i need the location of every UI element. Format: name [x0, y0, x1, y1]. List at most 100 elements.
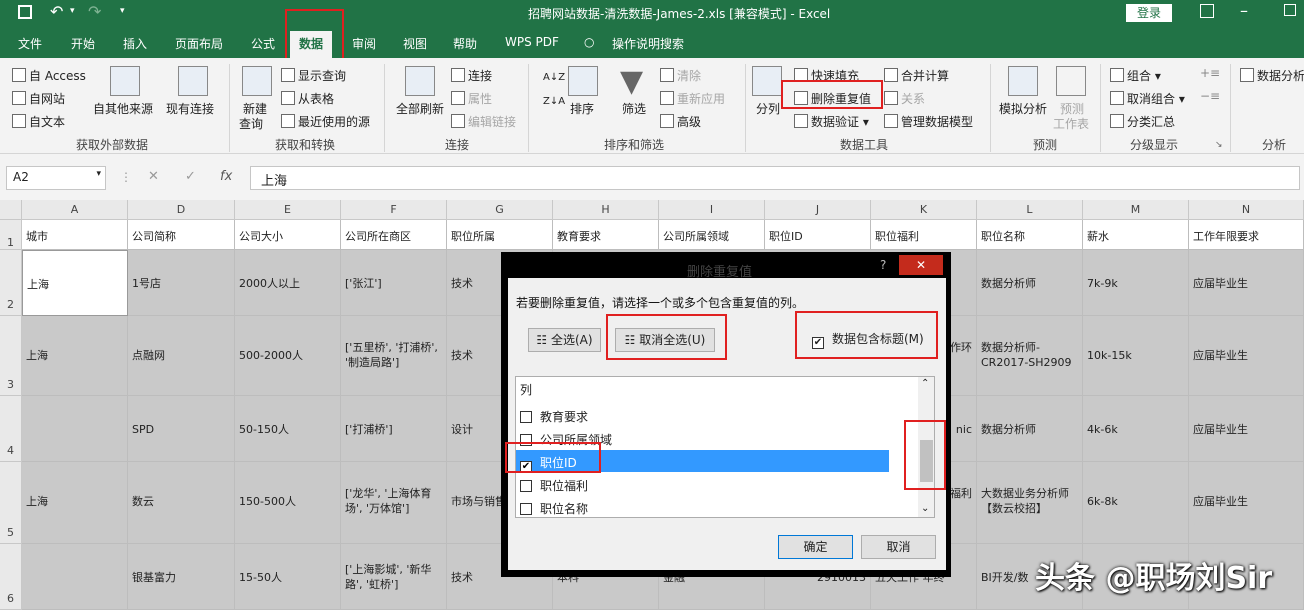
undo-dropdown-icon[interactable]: ▾: [70, 6, 75, 16]
ribbon-display-icon[interactable]: [1200, 4, 1214, 18]
scroll-down-icon[interactable]: ⌄: [921, 503, 929, 514]
sort-button[interactable]: 排序: [570, 100, 594, 117]
column-header[interactable]: L: [977, 200, 1083, 220]
cell[interactable]: 数据分析师-CR2017-SH2909: [977, 316, 1083, 396]
scroll-up-icon[interactable]: ⌃: [921, 378, 929, 389]
cell[interactable]: 应届毕业生: [1189, 250, 1304, 316]
manage-data-model-button[interactable]: 管理数据模型: [884, 113, 973, 130]
dialog-launcher-icon[interactable]: ↘: [1215, 140, 1223, 150]
cell[interactable]: 数据分析师: [977, 250, 1083, 316]
select-all-corner[interactable]: [0, 200, 22, 220]
sort-az-icon[interactable]: A↓Z: [543, 72, 565, 83]
hide-detail-icon[interactable]: −≡: [1200, 89, 1220, 103]
advanced-button[interactable]: 高级: [660, 113, 701, 130]
cell-header[interactable]: 公司所属领域: [659, 220, 765, 250]
cell-header[interactable]: 公司简称: [128, 220, 235, 250]
text-to-columns-button[interactable]: 分列: [756, 100, 780, 117]
tab-page-layout[interactable]: 页面布局: [175, 35, 223, 52]
column-header[interactable]: M: [1083, 200, 1189, 220]
from-table-button[interactable]: 从表格: [281, 90, 334, 107]
what-if-analysis-button[interactable]: 模拟分析: [999, 100, 1047, 117]
cell-header[interactable]: 公司所在商区: [341, 220, 447, 250]
row-header[interactable]: 3: [0, 316, 22, 396]
maximize-icon[interactable]: [1284, 4, 1296, 16]
column-header[interactable]: H: [553, 200, 659, 220]
cell[interactable]: SPD: [128, 396, 235, 462]
cell-header[interactable]: 工作年限要求: [1189, 220, 1304, 250]
minimize-icon[interactable]: –: [1240, 1, 1248, 20]
cell-header[interactable]: 教育要求: [553, 220, 659, 250]
cell[interactable]: 银基富力: [128, 544, 235, 610]
row-header[interactable]: 6: [0, 544, 22, 610]
cell[interactable]: 1号店: [128, 250, 235, 316]
filter-button[interactable]: 筛选: [622, 100, 646, 117]
select-all-button[interactable]: ☷ 全选(A): [528, 328, 601, 352]
cell-header[interactable]: 职位福利: [871, 220, 977, 250]
cancel-icon[interactable]: ✕: [148, 169, 159, 184]
formula-input[interactable]: 上海: [250, 166, 1300, 190]
consolidate-button[interactable]: 合并计算: [884, 67, 949, 84]
tab-help[interactable]: 帮助: [453, 35, 477, 52]
cell[interactable]: 4k-6k: [1083, 396, 1189, 462]
list-item[interactable]: 职位福利: [516, 473, 889, 495]
cell[interactable]: 数据分析师: [977, 396, 1083, 462]
cell[interactable]: ['打浦桥']: [341, 396, 447, 462]
cell-header[interactable]: 城市: [22, 220, 128, 250]
new-query-button-line2[interactable]: 查询: [239, 115, 263, 132]
row-header[interactable]: 5: [0, 462, 22, 544]
enter-icon[interactable]: ✓: [185, 169, 196, 184]
subtotal-button[interactable]: 分类汇总: [1110, 113, 1175, 130]
column-header[interactable]: E: [235, 200, 341, 220]
column-header[interactable]: J: [765, 200, 871, 220]
cell[interactable]: 大数据业务分析师【数云校招】: [977, 462, 1083, 544]
list-item[interactable]: 教育要求: [516, 404, 889, 426]
ungroup-button[interactable]: 取消组合 ▾: [1110, 90, 1185, 107]
name-box[interactable]: A2 ▾: [6, 166, 106, 190]
tab-review[interactable]: 审阅: [352, 35, 376, 52]
tab-formulas[interactable]: 公式: [251, 35, 275, 52]
cell-header[interactable]: 职位所属: [447, 220, 553, 250]
group-button[interactable]: 组合 ▾: [1110, 67, 1161, 84]
column-header[interactable]: I: [659, 200, 765, 220]
cell[interactable]: 7k-9k: [1083, 250, 1189, 316]
cell[interactable]: 应届毕业生: [1189, 316, 1304, 396]
insert-function-icon[interactable]: fx: [220, 169, 232, 184]
existing-connections-button[interactable]: 现有连接: [166, 100, 214, 117]
column-header[interactable]: A: [22, 200, 128, 220]
column-header[interactable]: D: [128, 200, 235, 220]
help-icon[interactable]: ?: [880, 258, 886, 272]
row-header[interactable]: 1: [0, 220, 22, 250]
list-item[interactable]: 职位名称: [516, 496, 889, 518]
tab-file[interactable]: 文件: [18, 35, 42, 52]
name-box-dropdown-icon[interactable]: ▾: [96, 169, 101, 179]
cell[interactable]: ['上海影城', '新华路', '虹桥']: [341, 544, 447, 610]
show-queries-button[interactable]: 显示查询: [281, 67, 346, 84]
undo-icon[interactable]: ↶: [50, 2, 63, 21]
cell[interactable]: 15-50人: [235, 544, 341, 610]
close-icon[interactable]: ✕: [899, 255, 943, 275]
tab-wps-pdf[interactable]: WPS PDF: [505, 35, 559, 49]
cell[interactable]: 上海: [22, 316, 128, 396]
sort-za-icon[interactable]: Z↓A: [543, 96, 565, 107]
cell[interactable]: 应届毕业生: [1189, 462, 1304, 544]
cell[interactable]: 500-2000人: [235, 316, 341, 396]
ok-button[interactable]: 确定: [778, 535, 853, 559]
row-header[interactable]: 4: [0, 396, 22, 462]
data-analysis-button[interactable]: 数据分析: [1240, 67, 1304, 84]
cell[interactable]: 10k-15k: [1083, 316, 1189, 396]
row-header[interactable]: 2: [0, 250, 22, 316]
cell-header[interactable]: 职位名称: [977, 220, 1083, 250]
column-header[interactable]: N: [1189, 200, 1304, 220]
cell[interactable]: 2000人以上: [235, 250, 341, 316]
cell[interactable]: ['龙华', '上海体育场', '万体馆']: [341, 462, 447, 544]
cell[interactable]: [22, 544, 128, 610]
column-header[interactable]: G: [447, 200, 553, 220]
from-access-button[interactable]: 自 Access: [12, 67, 86, 84]
tab-view[interactable]: 视图: [403, 35, 427, 52]
cell[interactable]: 150-500人: [235, 462, 341, 544]
refresh-all-button[interactable]: 全部刷新: [396, 100, 444, 117]
cell[interactable]: 6k-8k: [1083, 462, 1189, 544]
cell[interactable]: 应届毕业生: [1189, 396, 1304, 462]
from-web-button[interactable]: 自网站: [12, 90, 65, 107]
cell[interactable]: 点融网: [128, 316, 235, 396]
